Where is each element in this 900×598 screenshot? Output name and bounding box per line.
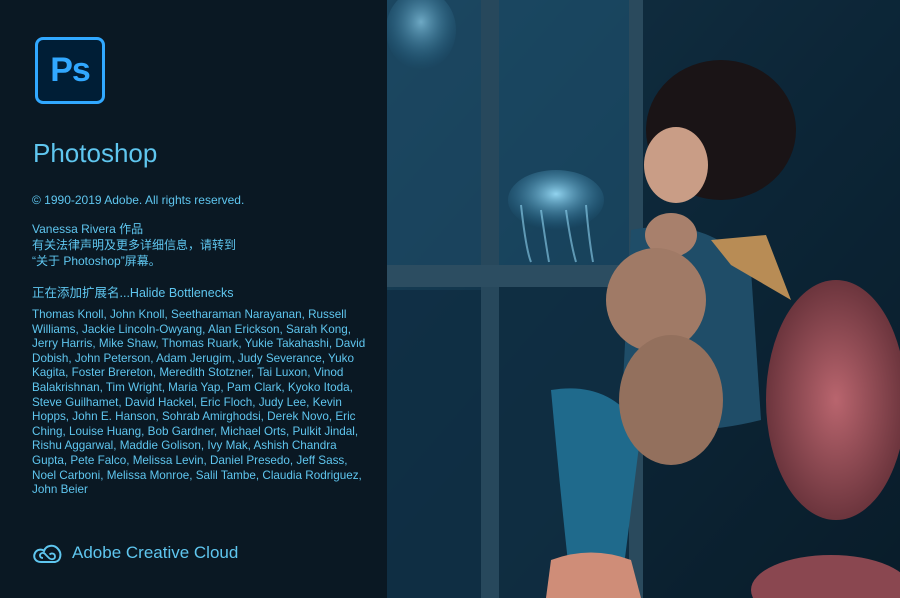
info-panel: Ps Photoshop © 1990-2019 Adobe. All righ…: [0, 0, 381, 598]
artwork-credit: Vanessa Rivera 作品 有关法律声明及更多详细信息，请转到 “关于 …: [32, 221, 236, 269]
splash-artwork: [381, 0, 900, 598]
splash-screen: Ps Photoshop © 1990-2019 Adobe. All righ…: [0, 0, 900, 598]
creative-cloud-brand: Adobe Creative Cloud: [32, 540, 238, 566]
artwork-credit-line: 有关法律声明及更多详细信息，请转到: [32, 238, 237, 252]
app-name: Photoshop: [33, 138, 158, 168]
artwork-credit-line: “关于 Photoshop”屏幕。: [32, 254, 161, 268]
loading-status: 正在添加扩展名...Halide Bottlenecks: [32, 286, 234, 300]
creative-cloud-label: Adobe Creative Cloud: [72, 543, 239, 562]
credits-list: Thomas Knoll, John Knoll, Seetharaman Na…: [32, 308, 366, 497]
photoshop-logo-icon: Ps: [35, 37, 105, 104]
creative-cloud-icon: [33, 544, 62, 563]
copyright-notice: © 1990-2019 Adobe. All rights reserved.: [32, 193, 245, 207]
artwork-credit-line: Vanessa Rivera 作品: [32, 222, 144, 236]
